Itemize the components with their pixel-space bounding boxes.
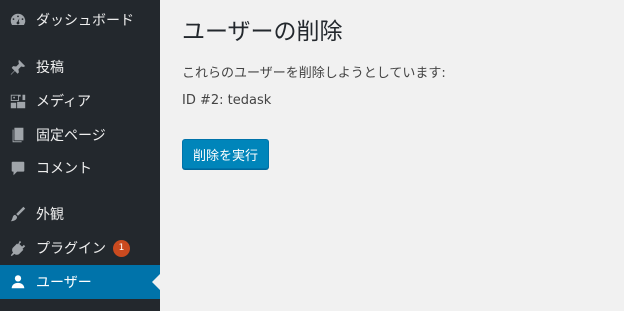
confirm-deletion-button[interactable]: 削除を実行 <box>182 139 270 169</box>
dashboard-icon <box>8 10 28 30</box>
user-icon <box>8 272 28 292</box>
sidebar-item-label: ダッシュボード <box>36 13 134 29</box>
brush-icon <box>8 204 28 224</box>
sidebar-item-appearance[interactable]: 外観 <box>0 197 160 231</box>
update-count-badge: 1 <box>113 239 130 257</box>
pin-icon <box>8 57 28 77</box>
sidebar-item-dashboard[interactable]: ダッシュボード <box>0 3 160 37</box>
delete-description: これらのユーザーを削除しようとしています: <box>182 66 446 81</box>
sidebar-item-pages[interactable]: 固定ページ <box>0 118 160 152</box>
sidebar-item-label: コメント <box>36 161 92 177</box>
sidebar-item-posts[interactable]: 投稿 <box>0 50 160 84</box>
admin-sidebar: ダッシュボード 投稿 メディア 固定ページ コメント 外観 プラグイン 1 ユー… <box>0 0 160 311</box>
page-title: ユーザーの削除 <box>182 19 343 45</box>
sidebar-item-label: プラグイン <box>36 241 106 257</box>
user-to-delete: ID #2: tedask <box>182 93 272 108</box>
plugin-icon <box>8 238 28 258</box>
sidebar-item-label: 固定ページ <box>36 128 106 144</box>
media-icon <box>8 91 28 111</box>
sidebar-item-users[interactable]: ユーザー <box>0 265 160 299</box>
sidebar-item-label: 投稿 <box>36 60 64 76</box>
sidebar-item-comments[interactable]: コメント <box>0 151 160 185</box>
page-icon <box>8 125 28 145</box>
sidebar-item-media[interactable]: メディア <box>0 84 160 118</box>
sidebar-item-label: 外観 <box>36 207 64 223</box>
sidebar-item-label: メディア <box>36 94 92 110</box>
current-menu-arrow <box>152 274 160 290</box>
sidebar-item-plugins[interactable]: プラグイン 1 <box>0 231 160 265</box>
comment-icon <box>8 158 28 178</box>
sidebar-item-label: ユーザー <box>36 275 92 291</box>
